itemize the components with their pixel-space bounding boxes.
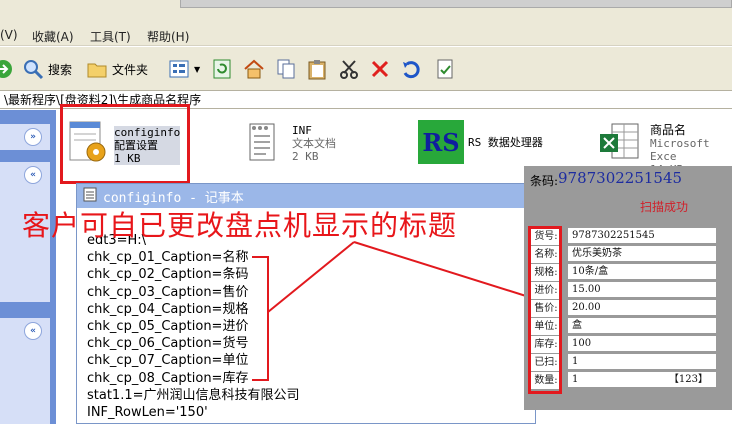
connector-line-upper [267,241,355,313]
field-value[interactable]: 15.00 [568,282,716,297]
scan-status: 扫描成功 [640,200,689,214]
labels-highlight-box [528,226,562,394]
field-value[interactable]: 20.00 [568,300,716,315]
field-value[interactable]: 优乐美奶茶 [568,246,716,261]
barcode-label: 条码: [530,174,559,188]
quantity-value[interactable]: 1 【123】 [568,372,716,387]
connector-line-lower [353,241,527,297]
field-value[interactable]: 1 [568,354,716,369]
field-value[interactable]: 盒 [568,318,716,333]
field-value[interactable]: 100 [568,336,716,351]
field-value[interactable]: 9787302251545 [568,228,716,243]
barcode-value: 9787302251545 [558,169,683,187]
field-value[interactable]: 10条/盒 [568,264,716,279]
scanner-device-screen: 条码: 9787302251545 扫描成功 货号: 9787302251545… [524,166,732,410]
input-mode-button[interactable]: 【123】 [669,372,708,387]
quantity-text: 1 [572,374,579,385]
caption-bracket [252,256,269,381]
